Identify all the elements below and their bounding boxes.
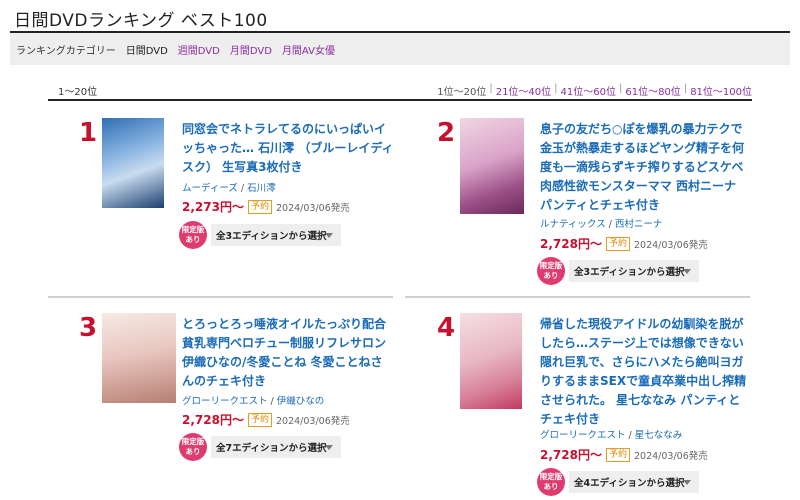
limited-edition-badge: 限定版あり bbox=[537, 257, 565, 285]
maker-link[interactable]: グローリークエスト bbox=[540, 430, 626, 441]
product-thumbnail[interactable] bbox=[460, 313, 522, 409]
limited-edition-badge: 限定版あり bbox=[537, 468, 565, 496]
ranking-item: 4 帰省した現役アイドルの幼馴染を脱がしたら…ステージ上では想像できない隠れ巨乳… bbox=[424, 313, 764, 500]
release-date: 2024/03/06発売 bbox=[275, 415, 350, 427]
price: 2,728円〜 bbox=[540, 448, 602, 462]
pager-separator: | bbox=[489, 83, 493, 94]
edition-select[interactable]: 全7エディションから選択 bbox=[211, 436, 341, 458]
category-bar: ランキングカテゴリー 日間DVD 週間DVD 月間DVD 月間AV女優 bbox=[10, 33, 790, 65]
pager-separator: | bbox=[554, 83, 558, 94]
range-label: 1〜20位 bbox=[58, 87, 98, 98]
maker-line: グローリークエスト / 伊織ひなの bbox=[182, 396, 325, 407]
preorder-badge: 予約 bbox=[247, 412, 272, 427]
maker-line: ルナティックス / 西村ニーナ bbox=[540, 219, 663, 230]
pager-page-4[interactable]: 61位〜80位 bbox=[625, 83, 680, 98]
chevron-down-icon bbox=[683, 269, 691, 274]
category-current: 日間DVD bbox=[125, 45, 168, 57]
chevron-down-icon bbox=[325, 445, 333, 450]
category-link-weekly[interactable]: 週間DVD bbox=[178, 42, 220, 57]
price: 2,273円〜 bbox=[182, 200, 244, 214]
edition-select[interactable]: 全3エディションから選択 bbox=[569, 260, 699, 282]
limited-edition-badge: 限定版あり bbox=[179, 433, 207, 461]
product-thumbnail[interactable] bbox=[102, 313, 176, 403]
actress-link[interactable]: 西村ニーナ bbox=[615, 219, 663, 230]
edition-select-label: 全7エディションから選択 bbox=[216, 443, 327, 454]
product-title-link[interactable]: 同窓会でネトラレてるのにいっぱいイッちゃった… 石川澪 （ブルーレイディスク） … bbox=[182, 120, 394, 177]
product-title-link[interactable]: 息子の友だち○ぽを爆乳の暴力テクで金玉が熱暴走するほどヤング精子を何度も一滴残ら… bbox=[540, 120, 752, 215]
edition-select-label: 全3エディションから選択 bbox=[216, 231, 327, 242]
maker-line: ムーディーズ / 石川澪 bbox=[182, 183, 276, 194]
price: 2,728円〜 bbox=[540, 237, 602, 251]
price-line: 2,273円〜 予約 2024/03/06発売 bbox=[182, 198, 350, 215]
release-date: 2024/03/06発売 bbox=[633, 239, 708, 251]
pager: 1位〜20位 | 21位〜40位 | 41位〜60位 | 61位〜80位 | 8… bbox=[437, 83, 752, 98]
pager-page-2[interactable]: 21位〜40位 bbox=[496, 83, 551, 98]
actress-link[interactable]: 伊織ひなの bbox=[277, 396, 325, 407]
category-link-actress[interactable]: 月間AV女優 bbox=[282, 42, 335, 57]
edition-select[interactable]: 全4エディションから選択 bbox=[569, 471, 699, 493]
preorder-badge: 予約 bbox=[605, 447, 630, 462]
product-thumbnail[interactable] bbox=[102, 118, 164, 208]
maker-link[interactable]: ルナティックス bbox=[540, 219, 606, 230]
page-title: 日間DVDランキング ベスト100 bbox=[14, 11, 268, 31]
edition-select-label: 全4エディションから選択 bbox=[574, 478, 685, 489]
category-link-monthly[interactable]: 月間DVD bbox=[230, 42, 272, 57]
pager-page-5[interactable]: 81位〜100位 bbox=[690, 83, 752, 98]
pager-separator: | bbox=[618, 83, 623, 94]
release-date: 2024/03/06発売 bbox=[275, 202, 350, 214]
actress-link[interactable]: 石川澪 bbox=[247, 183, 276, 194]
maker-line: グローリークエスト / 星七ななみ bbox=[540, 430, 683, 441]
ranking-item: 2 息子の友だち○ぽを爆乳の暴力テクで金玉が熱暴走するほどヤング精子を何度も一滴… bbox=[424, 118, 764, 308]
pager-page-3[interactable]: 41位〜60位 bbox=[561, 83, 616, 98]
ranking-item: 3 とろっとろっ唾液オイルたっぷり配合 貧乳専門ベロチュー制服リフレサロン 伊織… bbox=[66, 313, 406, 500]
release-date: 2024/03/06発売 bbox=[633, 450, 708, 462]
category-label: ランキングカテゴリー bbox=[16, 45, 116, 57]
price-line: 2,728円〜 予約 2024/03/06発売 bbox=[540, 446, 708, 463]
chevron-down-icon bbox=[683, 480, 691, 485]
limited-edition-badge: 限定版あり bbox=[179, 221, 207, 249]
product-thumbnail[interactable] bbox=[460, 118, 524, 214]
price: 2,728円〜 bbox=[182, 413, 244, 427]
ranking-item: 1 同窓会でネトラレてるのにいっぱいイッちゃった… 石川澪 （ブルーレイディスク… bbox=[66, 118, 406, 308]
pager-separator: | bbox=[683, 83, 688, 94]
chevron-down-icon bbox=[325, 233, 333, 238]
price-line: 2,728円〜 予約 2024/03/06発売 bbox=[182, 411, 350, 428]
preorder-badge: 予約 bbox=[605, 236, 630, 251]
product-title-link[interactable]: とろっとろっ唾液オイルたっぷり配合 貧乳専門ベロチュー制服リフレサロン 伊織ひな… bbox=[182, 315, 394, 391]
edition-select[interactable]: 全3エディションから選択 bbox=[211, 224, 341, 246]
maker-link[interactable]: グローリークエスト bbox=[182, 396, 268, 407]
pager-divider bbox=[48, 99, 752, 101]
edition-select-label: 全3エディションから選択 bbox=[574, 267, 685, 278]
maker-link[interactable]: ムーディーズ bbox=[182, 183, 238, 194]
actress-link[interactable]: 星七ななみ bbox=[635, 430, 683, 441]
pager-page-1: 1位〜20位 bbox=[437, 87, 487, 98]
preorder-badge: 予約 bbox=[247, 199, 272, 214]
product-title-link[interactable]: 帰省した現役アイドルの幼馴染を脱がしたら…ステージ上では想像できない隠れ巨乳で、… bbox=[540, 315, 752, 429]
price-line: 2,728円〜 予約 2024/03/06発売 bbox=[540, 235, 708, 252]
